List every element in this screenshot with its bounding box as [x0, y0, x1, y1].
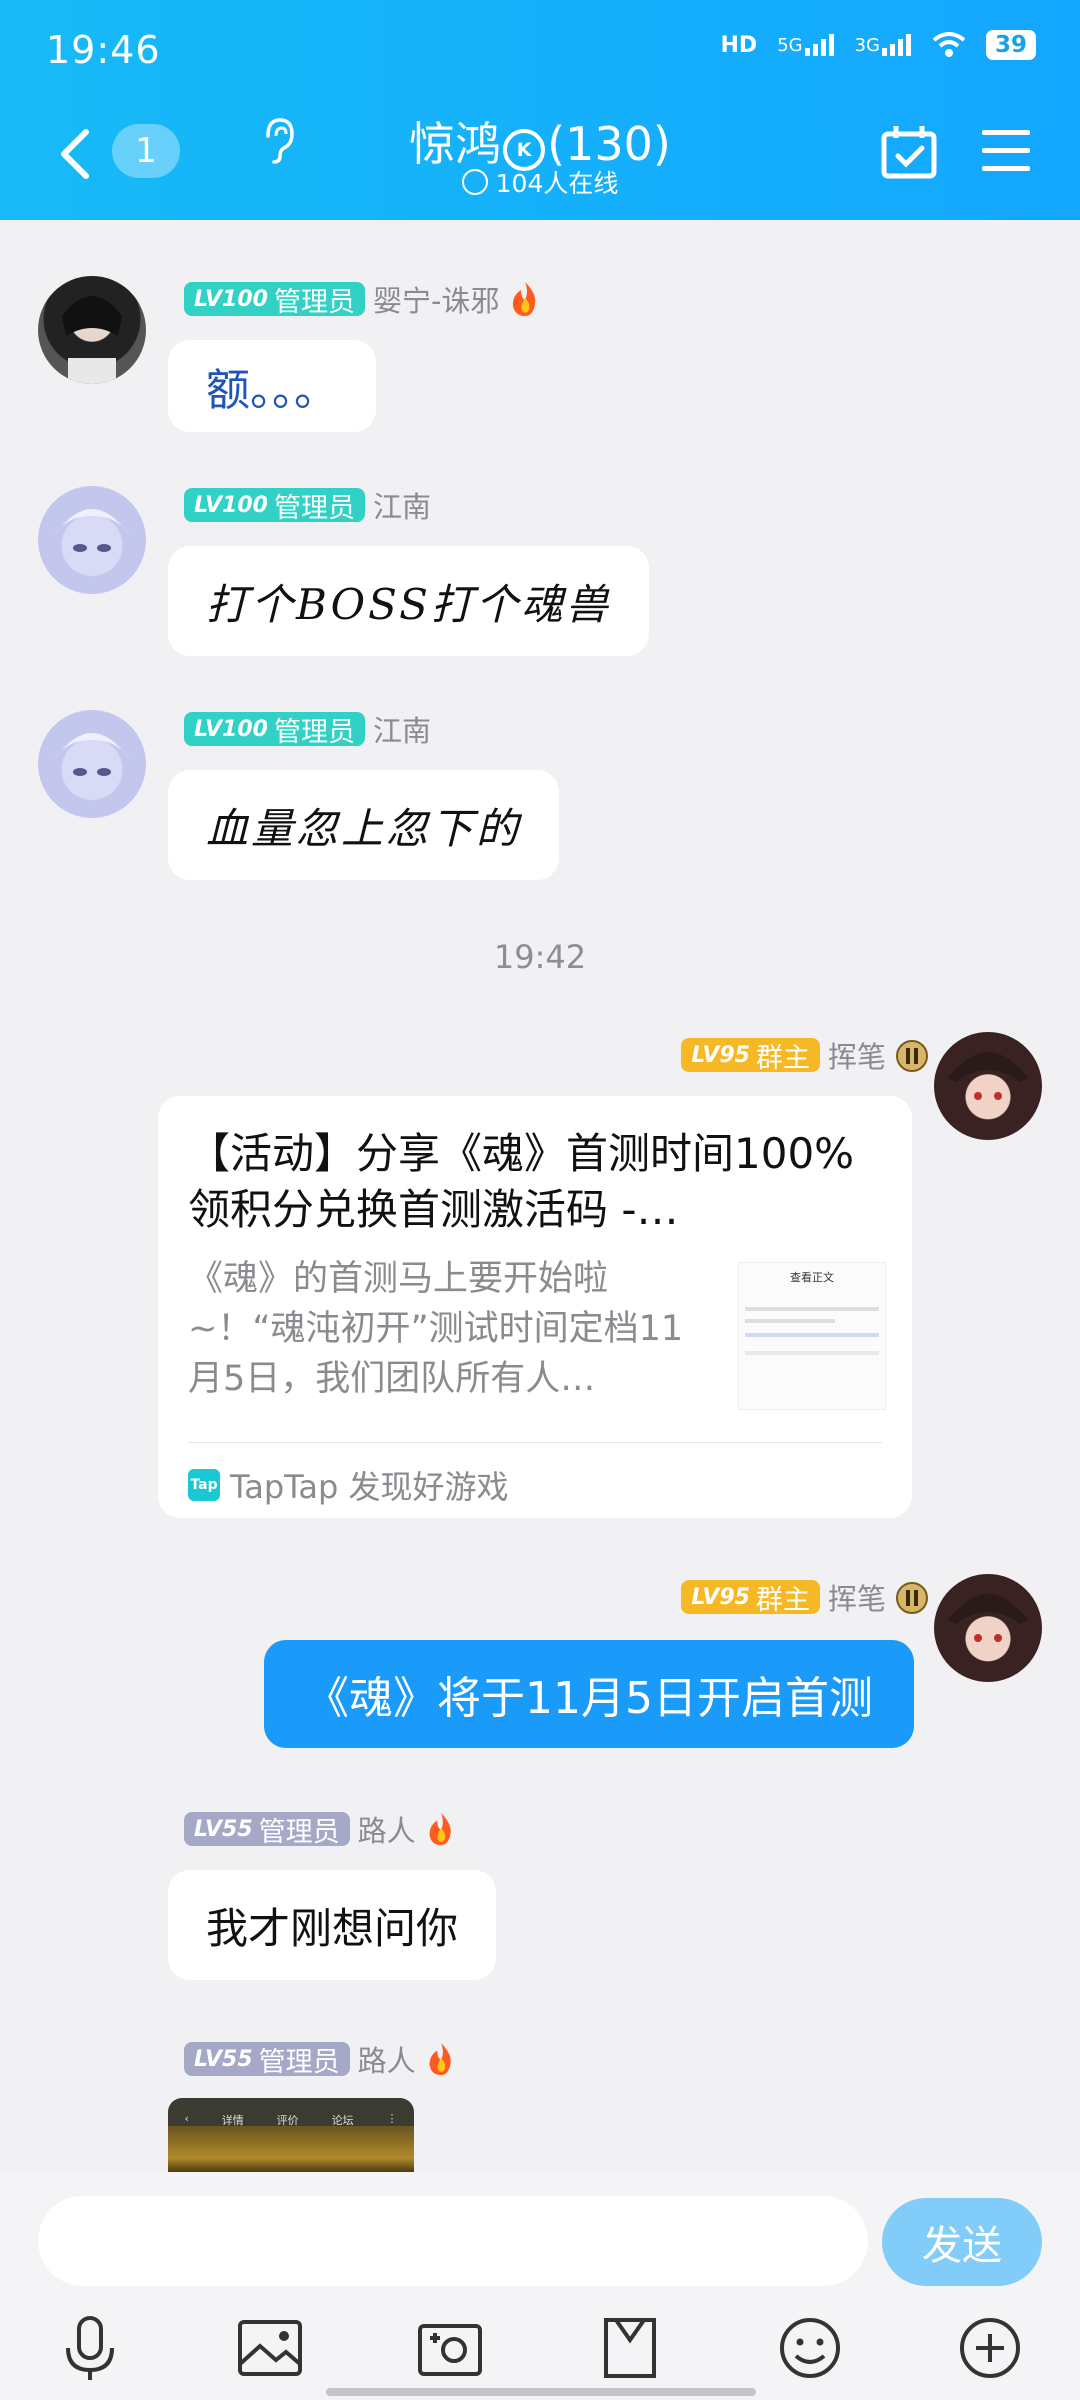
card-source-label: TapTap 发现好游戏 [230, 1468, 509, 1506]
member-level-badge: LV95 群主 [681, 1580, 820, 1616]
card-thumbnail: 查看正文 [738, 1262, 886, 1410]
avatar-figure-icon [54, 733, 130, 776]
online-count: 104人在线 [495, 169, 619, 198]
menu-icon[interactable] [980, 128, 1032, 174]
image-topbar: ‹ 详情 评价 论坛 ⋮ [184, 2112, 398, 2127]
message-bubble[interactable]: 打个BOSS打个魂兽 [168, 546, 649, 656]
avatar[interactable] [934, 1574, 1042, 1682]
time-divider: 19:42 [493, 938, 587, 976]
plus-icon[interactable] [954, 2312, 1026, 2384]
mic-icon[interactable] [54, 2312, 126, 2384]
thumb-title: 查看正文 [790, 1271, 834, 1284]
sender-line: LV100 管理员 江南 [184, 484, 431, 526]
image-message[interactable]: ‹ 详情 评价 论坛 ⋮ [168, 2098, 414, 2172]
sender-name[interactable]: 路人 [358, 1808, 416, 1850]
wifi-icon [932, 32, 966, 57]
message-bubble[interactable]: 额。。。 [168, 340, 376, 432]
avatar[interactable] [38, 276, 146, 384]
group-name: 惊鸿 [409, 117, 502, 171]
chat-header: 19:46 HD 5G 3G 39 1 惊鸿 K (130) 104人在线 [0, 0, 1080, 220]
member-level-badge: LV95 群主 [681, 1038, 820, 1074]
member-level-badge: LV100 管理员 [184, 488, 365, 524]
card-title: 【活动】分享《魂》首测时间100%领积分兑换首测激活码 -… [188, 1129, 855, 1234]
thumb-line [745, 1333, 879, 1337]
fire-icon [429, 1812, 451, 1846]
message-bubble[interactable]: 血量忽上忽下的 [168, 770, 560, 880]
input-bar: 发送 [0, 2172, 1080, 2302]
sender-name[interactable]: 挥笔 [828, 1576, 886, 1618]
member-level-badge: LV100 管理员 [184, 712, 365, 748]
member-level-badge: LV100 管理员 [184, 282, 365, 318]
image-icon[interactable] [234, 2312, 306, 2384]
avatar-figure-icon [54, 509, 130, 552]
sender-line: LV55 管理员 路人 [184, 1808, 458, 1850]
thumb-line [745, 1351, 879, 1355]
signal-5g-icon: 5G [777, 34, 834, 56]
nav-bar: 1 惊鸿 K (130) 104人在线 [0, 100, 1080, 220]
owner-crown-icon [896, 1040, 928, 1072]
online-check-icon [461, 169, 488, 195]
sender-name[interactable]: 江南 [373, 484, 431, 526]
sender-line: LV55 管理员 路人 [184, 2038, 458, 2080]
sender-name[interactable]: 江南 [373, 708, 431, 750]
fire-icon [429, 2042, 451, 2076]
image-more-icon: ⋮ [386, 2112, 398, 2125]
sender-name[interactable]: 挥笔 [828, 1034, 886, 1076]
thumb-line [745, 1319, 835, 1323]
member-level-badge: LV55 管理员 [184, 1812, 350, 1848]
avatar-figure-icon [948, 1052, 1028, 1100]
card-source: Tap TapTap 发现好游戏 [188, 1462, 509, 1508]
message-bubble[interactable]: 我才刚想问你 [168, 1870, 497, 1980]
thumb-line [745, 1307, 879, 1311]
file-icon[interactable] [594, 2312, 666, 2384]
taptap-logo-icon: Tap [188, 1469, 220, 1501]
sender-line: LV95 群主 挥笔 [681, 1034, 930, 1076]
avatar-figure-icon [948, 1594, 1028, 1642]
home-indicator [326, 2388, 756, 2396]
card-description: 《魂》的首测马上要开始啦~！“魂沌初开”测试时间定档11月5日，我们团队所有人… [188, 1259, 684, 1399]
sender-line: LV100 管理员 江南 [184, 708, 431, 750]
divider [188, 1442, 882, 1443]
calendar-check-icon[interactable] [880, 124, 938, 180]
fire-icon [513, 282, 536, 316]
hd-icon: HD [720, 32, 758, 58]
share-card[interactable]: 【活动】分享《魂》首测时间100%领积分兑换首测激活码 -… 《魂》的首测马上要… [158, 1096, 912, 1518]
status-time: 19:46 [46, 28, 161, 72]
input-toolbar [0, 2302, 1080, 2400]
sender-name[interactable]: 婴宁-诛邪 [373, 278, 499, 320]
member-count: (130) [547, 117, 671, 171]
battery-icon: 39 [986, 30, 1036, 60]
avatar[interactable] [934, 1032, 1042, 1140]
avatar[interactable] [38, 486, 146, 594]
sender-name[interactable]: 路人 [358, 2038, 416, 2080]
message-input[interactable] [38, 2196, 868, 2286]
avatar-figure-icon [62, 296, 122, 384]
avatar[interactable] [38, 710, 146, 818]
emoji-icon[interactable] [774, 2312, 846, 2384]
status-icons: HD 5G 3G 39 [720, 30, 1036, 60]
status-bar: 19:46 HD 5G 3G 39 [0, 0, 1080, 100]
member-level-badge: LV55 管理员 [184, 2042, 350, 2078]
sender-line: LV100 管理员 婴宁-诛邪 [184, 278, 543, 320]
camera-icon[interactable] [414, 2312, 486, 2384]
owner-crown-icon [896, 1582, 928, 1614]
send-button[interactable]: 发送 [882, 2198, 1042, 2286]
image-back-icon: ‹ [184, 2112, 189, 2125]
message-bubble-own[interactable]: 《魂》将于11月5日开启首测 [264, 1640, 914, 1748]
sender-line: LV95 群主 挥笔 [681, 1576, 930, 1618]
signal-3g-icon: 3G [855, 34, 912, 56]
